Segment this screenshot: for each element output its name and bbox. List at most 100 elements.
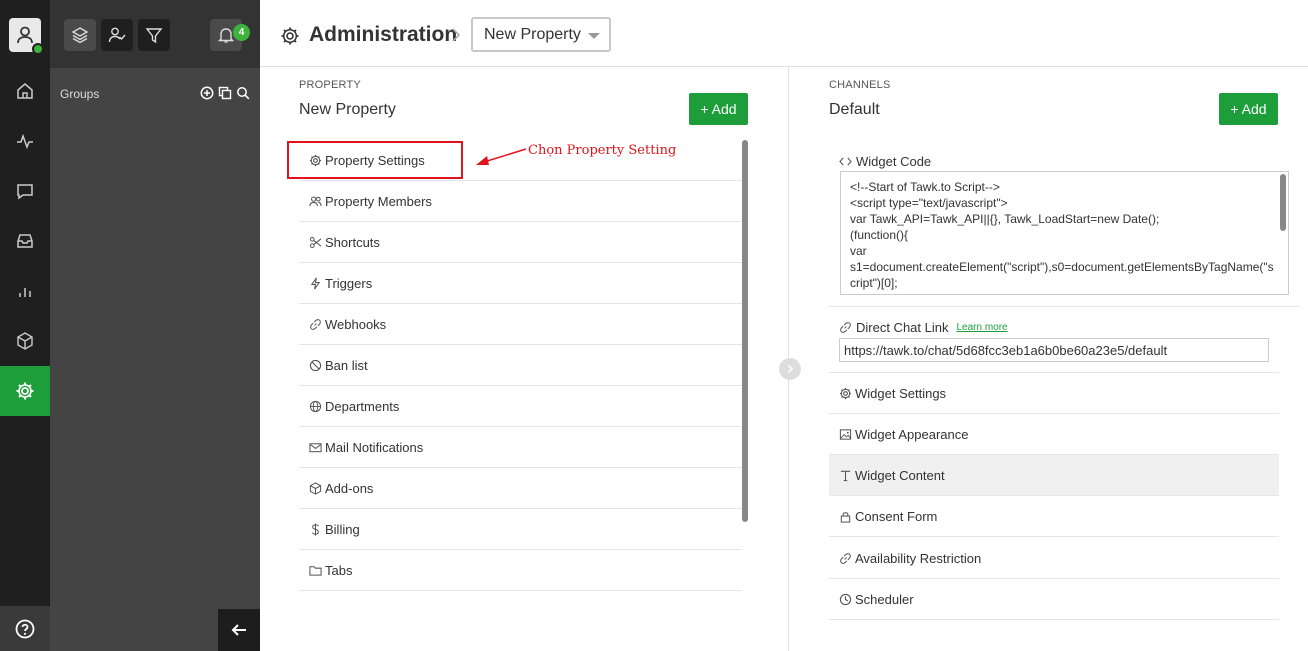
filter-button[interactable] — [138, 19, 170, 51]
menu-label: Tabs — [325, 562, 353, 578]
mail-icon — [309, 442, 322, 452]
menu-departments[interactable]: Departments — [299, 386, 742, 427]
channel-name: Default — [829, 101, 880, 118]
online-status-dot — [32, 43, 44, 55]
gear-icon — [839, 387, 852, 399]
ban-icon — [309, 359, 322, 371]
assigned-users-button[interactable] — [101, 19, 133, 51]
inbox-nav[interactable] — [0, 216, 50, 266]
menu-label: Widget Settings — [855, 385, 947, 401]
menu-label: Mail Notifications — [325, 439, 424, 455]
menu-shortcuts[interactable]: Shortcuts — [299, 222, 742, 263]
add-property-button[interactable]: + Add — [689, 93, 748, 125]
link-icon — [310, 318, 321, 330]
menu-label: Property Members — [325, 193, 432, 209]
clock-icon — [839, 593, 852, 605]
menu-triggers[interactable]: Triggers — [299, 263, 742, 304]
annotation-arrow-icon — [476, 148, 527, 165]
add-channel-button[interactable]: + Add — [1219, 93, 1278, 125]
add-group-button[interactable] — [200, 86, 214, 100]
pulse-icon — [17, 133, 33, 150]
copy-group-button[interactable] — [218, 86, 232, 100]
addons-nav[interactable] — [0, 316, 50, 366]
code-scrollbar[interactable] — [1280, 174, 1286, 231]
menu-billing[interactable]: Billing — [299, 509, 742, 550]
copy-icon — [218, 86, 232, 100]
chevron-right-icon — [787, 364, 794, 374]
annotation-text: Chọn Property Setting — [528, 143, 677, 158]
dollar-icon — [312, 522, 319, 536]
channel-scheduler[interactable]: Scheduler — [829, 579, 1279, 620]
page-header: Administration New Property — [260, 0, 1308, 67]
bell-icon — [217, 28, 235, 43]
menu-property-members[interactable]: Property Members — [299, 181, 742, 222]
groups-panel: Groups — [50, 0, 260, 651]
help-icon — [15, 619, 35, 638]
menu-webhooks[interactable]: Webhooks — [299, 304, 742, 345]
channel-widget-content[interactable]: Widget Content — [829, 455, 1279, 496]
channel-widget-settings[interactable]: Widget Settings — [829, 373, 1279, 414]
property-section-label: PROPERTY — [299, 79, 361, 91]
column-toggle-button[interactable] — [779, 358, 801, 380]
cube-icon — [309, 481, 322, 495]
menu-add-ons[interactable]: Add-ons — [299, 468, 742, 509]
menu-label: Consent Form — [855, 508, 938, 524]
menu-label: Shortcuts — [325, 234, 380, 250]
menu-label: Availability Restriction — [855, 550, 982, 566]
bolt-icon — [310, 277, 321, 289]
collapse-panel-button[interactable] — [218, 609, 260, 651]
help-button[interactable] — [0, 606, 50, 651]
scissors-icon — [309, 236, 322, 248]
property-select-value: New Property — [484, 26, 581, 43]
menu-label: Scheduler — [855, 591, 914, 607]
messaging-nav[interactable] — [0, 166, 50, 216]
layers-icon — [71, 27, 89, 44]
text-icon — [840, 470, 851, 481]
code-line: (function(){ — [850, 228, 909, 242]
link-icon — [840, 322, 851, 333]
menu-ban-list[interactable]: Ban list — [299, 345, 742, 386]
widget-code-label-text: Widget Code — [856, 154, 932, 169]
notification-count-badge: 4 — [233, 24, 250, 41]
learn-more-link[interactable]: Learn more — [956, 322, 1007, 333]
home-nav[interactable] — [0, 66, 50, 116]
direct-chat-url-field[interactable]: https://tawk.to/chat/5d68fcc3eb1a6b0be60… — [839, 338, 1269, 362]
folder-icon — [309, 565, 322, 576]
code-line: s1=document.createElement("script"),s0=d… — [850, 260, 1274, 290]
channels-section-label: CHANNELS — [829, 79, 891, 91]
menu-label: Webhooks — [325, 316, 387, 332]
monitoring-nav[interactable] — [0, 116, 50, 166]
link-icon — [840, 552, 851, 564]
members-icon — [309, 196, 322, 206]
reporting-nav[interactable] — [0, 266, 50, 316]
search-icon — [237, 87, 250, 100]
home-icon — [17, 83, 33, 99]
widget-code-label: Widget Code — [839, 154, 931, 169]
search-group-button[interactable] — [236, 86, 250, 100]
inbox-icon — [17, 234, 33, 248]
property-name: New Property — [299, 101, 396, 118]
page-title: Administration — [309, 23, 458, 46]
channel-consent-form[interactable]: Consent Form — [829, 496, 1279, 537]
widget-code-textarea[interactable]: <!--Start of Tawk.to Script--> <script t… — [840, 171, 1289, 295]
channel-widget-appearance[interactable]: Widget Appearance — [829, 414, 1279, 455]
administration-nav[interactable] — [0, 366, 50, 416]
chevron-right-icon — [452, 28, 461, 42]
nav-rail — [0, 0, 50, 651]
chat-icon — [17, 184, 33, 200]
menu-mail-notifications[interactable]: Mail Notifications — [299, 427, 742, 468]
add-circle-icon — [200, 86, 214, 100]
user-icon — [17, 26, 33, 44]
layers-button[interactable] — [64, 19, 96, 51]
menu-tabs[interactable]: Tabs — [299, 550, 742, 591]
code-line: <!--Start of Tawk.to Script--> — [850, 180, 1000, 194]
menu-label: Add-ons — [325, 480, 374, 496]
menu-label: Departments — [325, 398, 400, 414]
channel-availability-restriction[interactable]: Availability Restriction — [829, 538, 1279, 579]
caret-down-icon — [588, 33, 600, 39]
avatar[interactable] — [9, 18, 44, 55]
property-list-scrollbar[interactable] — [742, 140, 748, 522]
lock-icon — [840, 511, 851, 523]
divider — [829, 306, 1299, 307]
property-select[interactable]: New Property — [471, 17, 611, 52]
